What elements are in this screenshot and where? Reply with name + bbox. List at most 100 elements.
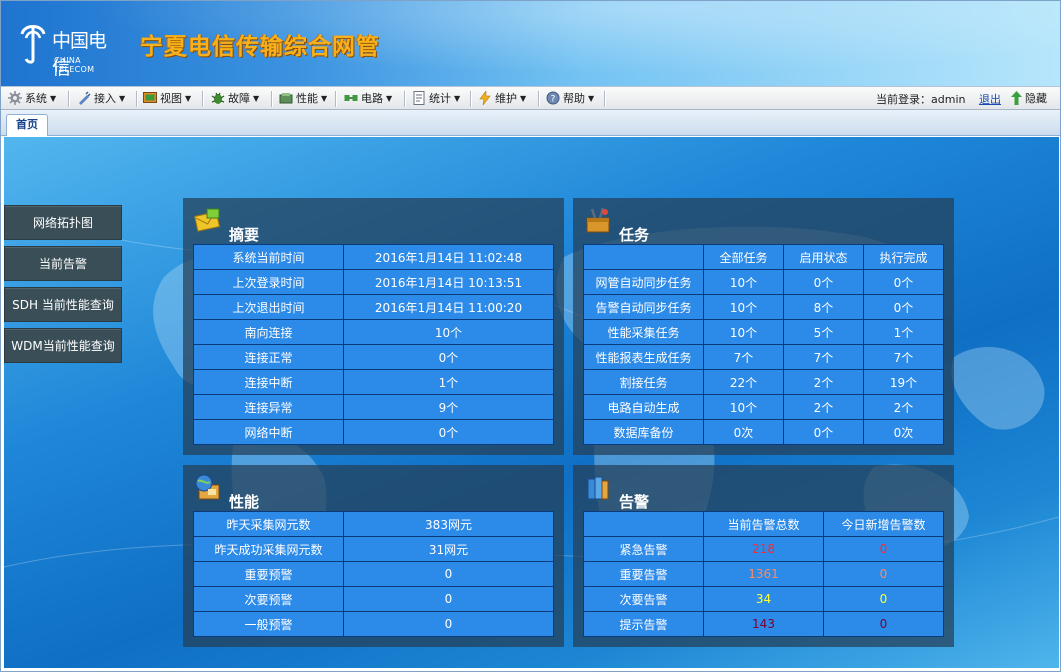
row-value: 10个 — [343, 319, 554, 345]
circuit-icon — [344, 95, 358, 101]
alarm-count: 0 — [823, 611, 944, 637]
table-row: 连接异常 9个 — [193, 394, 554, 420]
table-row: 连接正常 0个 — [193, 344, 554, 370]
row-label: 紧急告警 — [583, 536, 704, 562]
menu-view[interactable]: 视图 ▼ — [143, 87, 191, 109]
row-value: 19个 — [863, 369, 944, 395]
chevron-down-icon: ▼ — [386, 93, 393, 103]
row-value: 0 — [343, 611, 554, 637]
row-value: 0次 — [863, 419, 944, 445]
app-header: 中国电信 CHINA TELECOM 宁夏电信传输综合网管 — [0, 0, 1061, 86]
chevron-down-icon: ▼ — [588, 93, 595, 103]
shortcut-wdm-performance[interactable]: WDM当前性能查询 — [4, 328, 122, 363]
row-value: 0个 — [863, 269, 944, 295]
alarm-count: 0 — [823, 586, 944, 612]
row-value: 0个 — [783, 419, 864, 445]
menu-circuit-label: 电路 — [361, 92, 383, 105]
table-row: 数据库备份 0次 0个 0次 — [583, 419, 944, 445]
row-label: 次要预警 — [193, 586, 344, 612]
row-value: 1个 — [343, 369, 554, 395]
logout-link[interactable]: 退出 — [979, 91, 1001, 107]
alarms-table: 当前告警总数 今日新增告警数 紧急告警 218 0 重要告警 1361 0 次要告警 34 0 提示… — [583, 511, 944, 637]
row-label: 连接中断 — [193, 369, 344, 395]
row-value: 5个 — [783, 319, 864, 345]
row-label: 提示告警 — [583, 611, 704, 637]
table-row: 上次登录时间 2016年1月14日 10:13:51 — [193, 269, 554, 295]
china-telecom-logo: 中国电信 CHINA TELECOM — [18, 18, 118, 79]
row-label: 重要预警 — [193, 561, 344, 587]
menu-maintenance[interactable]: 维护 ▼ — [478, 87, 526, 109]
menu-statistics[interactable]: 统计 ▼ — [412, 87, 460, 109]
toolbar-divider — [404, 91, 405, 107]
row-label: 网络中断 — [193, 419, 344, 445]
tab-home[interactable]: 首页 — [6, 114, 48, 136]
shortcut-network-topology[interactable]: 网络拓扑图 — [4, 205, 122, 240]
table-row: 连接中断 1个 — [193, 369, 554, 395]
chart-icon — [279, 93, 293, 104]
row-label: 系统当前时间 — [193, 244, 344, 270]
menu-circuit[interactable]: 电路 ▼ — [344, 87, 392, 109]
column-header: 当前告警总数 — [703, 511, 824, 537]
alarm-count: 34 — [703, 586, 824, 612]
menu-help[interactable]: ? 帮助 ▼ — [546, 87, 594, 109]
table-row: 网络中断 0个 — [193, 419, 554, 445]
row-value: 10个 — [703, 269, 784, 295]
shortcut-sdh-performance[interactable]: SDH 当前性能查询 — [4, 287, 122, 322]
column-header: 全部任务 — [703, 244, 784, 270]
mail-icon — [194, 208, 221, 232]
menu-fault[interactable]: 故障 ▼ — [211, 87, 259, 109]
chevron-down-icon: ▼ — [185, 93, 192, 103]
report-icon — [413, 91, 425, 105]
row-label: 割接任务 — [583, 369, 704, 395]
column-header: 今日新增告警数 — [823, 511, 944, 537]
china-telecom-logo-icon — [20, 25, 46, 64]
row-value: 2016年1月14日 11:02:48 — [343, 244, 554, 270]
table-row: 重要预警 0 — [193, 561, 554, 587]
menu-performance[interactable]: 性能 ▼ — [279, 87, 327, 109]
row-label: 数据库备份 — [583, 419, 704, 445]
lightning-icon — [479, 91, 491, 105]
row-value: 10个 — [703, 319, 784, 345]
table-header-row: 全部任务 启用状态 执行完成 — [583, 244, 944, 270]
help-icon: ? — [546, 91, 560, 105]
table-row: 上次退出时间 2016年1月14日 11:00:20 — [193, 294, 554, 320]
menu-maintenance-label: 维护 — [495, 92, 517, 105]
row-label: 性能报表生成任务 — [583, 344, 704, 370]
table-row: 性能采集任务 10个 5个 1个 — [583, 319, 944, 345]
hide-header-button[interactable]: 隐藏 — [1011, 90, 1047, 106]
menu-help-label: 帮助 — [563, 92, 585, 105]
chevron-down-icon: ▼ — [50, 93, 57, 103]
alarms-title: 告警 — [619, 493, 650, 511]
toolbar-divider — [470, 91, 471, 107]
monitor-icon — [143, 92, 157, 103]
row-label: 昨天采集网元数 — [193, 511, 344, 537]
row-value: 0个 — [783, 269, 864, 295]
row-label: 连接异常 — [193, 394, 344, 420]
row-label: 网管自动同步任务 — [583, 269, 704, 295]
table-row: 南向连接 10个 — [193, 319, 554, 345]
row-value: 22个 — [703, 369, 784, 395]
plug-icon — [79, 91, 91, 105]
toolbar-divider — [538, 91, 539, 107]
dashboard-area: 网络拓扑图 当前告警 SDH 当前性能查询 WDM当前性能查询 摘要 系统当前时… — [4, 137, 1059, 668]
menu-access[interactable]: 接入 ▼ — [77, 87, 125, 109]
row-value: 2个 — [783, 394, 864, 420]
table-row: 割接任务 22个 2个 19个 — [583, 369, 944, 395]
row-value: 2个 — [783, 369, 864, 395]
table-row: 网管自动同步任务 10个 0个 0个 — [583, 269, 944, 295]
performance-table: 昨天采集网元数 383网元 昨天成功采集网元数 31网元 重要预警 0 次要预警 0 一般预警 0 — [193, 511, 554, 637]
header-blank-cell — [583, 511, 704, 537]
row-value: 0次 — [703, 419, 784, 445]
bug-icon — [211, 92, 225, 104]
row-value: 0个 — [343, 419, 554, 445]
tasks-title: 任务 — [619, 226, 650, 244]
tasks-table: 全部任务 启用状态 执行完成 网管自动同步任务 10个 0个 0个 告警自动同步任务 10个 8… — [583, 244, 944, 445]
menu-performance-label: 性能 — [296, 92, 318, 105]
header-blank-cell — [583, 244, 704, 270]
performance-panel: 性能 昨天采集网元数 383网元 昨天成功采集网元数 31网元 重要预警 0 次要预警 0 一般… — [183, 465, 564, 647]
menu-system[interactable]: 系统 ▼ — [8, 87, 56, 109]
table-row: 紧急告警 218 0 — [583, 536, 944, 562]
shortcut-current-alarms[interactable]: 当前告警 — [4, 246, 122, 281]
table-row: 性能报表生成任务 7个 7个 7个 — [583, 344, 944, 370]
table-row: 次要告警 34 0 — [583, 586, 944, 612]
